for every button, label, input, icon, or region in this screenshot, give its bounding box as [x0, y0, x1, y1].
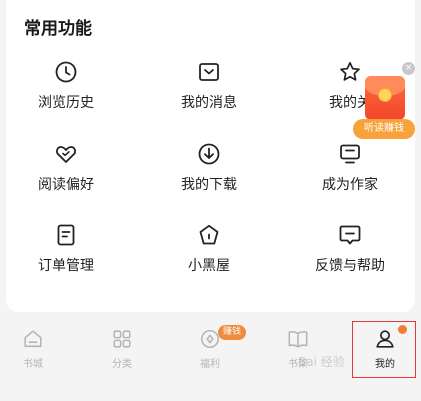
- feature-blackroom[interactable]: 小黑屋: [149, 223, 269, 275]
- feature-label: 反馈与帮助: [315, 258, 385, 274]
- feature-label: 阅读偏好: [38, 177, 94, 193]
- highlight-annotation-box: [352, 321, 416, 378]
- feature-label: 成为作家: [322, 177, 378, 193]
- feedback-icon: [339, 225, 361, 245]
- feature-label: 我的消息: [181, 95, 237, 111]
- feature-label: 订单管理: [38, 258, 94, 274]
- earn-badge: 赚钱: [218, 325, 247, 340]
- section-title: 常用功能: [24, 19, 92, 39]
- pentagon-house-icon: [199, 224, 219, 245]
- promo-label: 听读赚钱: [353, 119, 415, 139]
- tab-bookstore[interactable]: 书城: [3, 320, 63, 380]
- tab-label: 书城: [23, 359, 43, 370]
- book-icon: [288, 331, 308, 348]
- red-envelope-icon: [365, 76, 405, 120]
- feature-my-messages[interactable]: 我的消息: [149, 60, 269, 112]
- grid-icon: [113, 330, 131, 348]
- profile-page: 常用功能 浏览历史 我的消息 我的关 阅读偏好 我的下载 成为作家 订单管理 小…: [0, 0, 421, 401]
- feature-label: 浏览历史: [38, 95, 94, 111]
- download-icon: [198, 143, 220, 165]
- heart-icon: [56, 146, 76, 163]
- tab-welfare[interactable]: 福利 赚钱: [180, 320, 247, 380]
- feature-browse-history[interactable]: 浏览历史: [6, 60, 126, 112]
- document-icon: [57, 224, 75, 246]
- watermark: Bai 经验: [298, 355, 345, 369]
- feature-label: 我的下载: [181, 177, 237, 193]
- feature-become-writer[interactable]: 成为作家: [290, 142, 410, 194]
- feature-reading-preference[interactable]: 阅读偏好: [6, 142, 126, 194]
- bottom-spacer: [0, 392, 421, 401]
- feature-label: 小黑屋: [188, 258, 230, 274]
- listen-earn-promo[interactable]: × 听读赚钱: [353, 62, 415, 140]
- bookstore-icon: [24, 330, 42, 348]
- inbox-icon: [199, 63, 219, 81]
- coin-icon: [378, 88, 392, 102]
- clock-icon: [55, 61, 77, 83]
- tab-label: 福利: [200, 359, 220, 370]
- common-features-card: 常用功能 浏览历史 我的消息 我的关 阅读偏好 我的下载 成为作家 订单管理 小…: [6, 0, 415, 312]
- tab-label: 分类: [112, 359, 132, 370]
- monitor-icon: [340, 144, 360, 164]
- feature-order-management[interactable]: 订单管理: [6, 223, 126, 275]
- tab-category[interactable]: 分类: [92, 320, 152, 380]
- close-icon[interactable]: ×: [402, 62, 415, 75]
- feature-my-downloads[interactable]: 我的下载: [149, 142, 269, 194]
- feature-feedback-help[interactable]: 反馈与帮助: [290, 223, 410, 275]
- tab-bookshelf[interactable]: 书架: [268, 320, 328, 380]
